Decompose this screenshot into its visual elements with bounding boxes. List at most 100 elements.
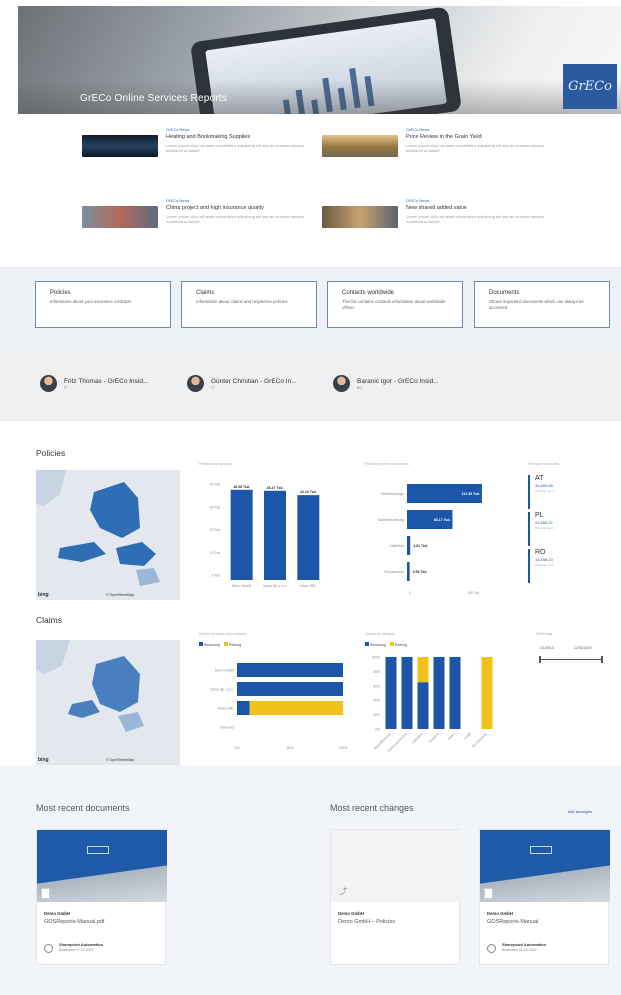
x-tick-label: Demo Sp. z o.o.: [263, 584, 287, 588]
news-thumbnail[interactable]: [82, 135, 158, 157]
kpi-card[interactable]: AT 34,820.86 Premium sum: [528, 475, 598, 509]
document-filename[interactable]: GOSReports-Manual: [487, 919, 538, 925]
kpi-label: Premium sum: [535, 563, 554, 567]
y-tick-label: Rechtsschutz: [384, 570, 404, 574]
kpi-label: Premium sum: [535, 489, 554, 493]
hero-title: GrECo Online Services Reports: [80, 93, 227, 104]
policies-map-shapes: [36, 470, 180, 600]
x-tick-label: Haftpflicht: [411, 732, 424, 745]
y-tick-label: Demo Sp. z o.o.: [210, 688, 234, 692]
quick-link-documents[interactable]: Documents Shows important documents whic…: [474, 281, 610, 328]
data-label: 3.96 Tsd.: [413, 570, 428, 574]
news-title[interactable]: New shared added value: [406, 205, 566, 211]
range-slider-track[interactable]: [540, 659, 602, 660]
range-slider-handle-start[interactable]: [539, 656, 541, 663]
news-thumbnail[interactable]: [322, 206, 398, 228]
bar-segment: [237, 663, 343, 677]
quick-link-claims[interactable]: Claims Information about claims and resp…: [181, 281, 317, 328]
recent-changes-heading: Most recent changes: [330, 803, 414, 813]
news-item[interactable]: GrECo News China project and high insura…: [82, 198, 332, 248]
news-item[interactable]: GrECo News New shared added value Lorem …: [322, 198, 572, 248]
document-card[interactable]: ⤴ Demo GmbH Demo GmbH – Policies: [330, 829, 461, 965]
y-tick-label: 100%: [372, 656, 381, 660]
news-item[interactable]: GrECo News Price Review in the Grain Yie…: [322, 127, 572, 177]
person-name[interactable]: Baranic Igor - GrECo Insid...: [357, 378, 439, 385]
y-tick-label: 30 Tsd.: [210, 505, 221, 509]
bar-segment: [417, 682, 429, 729]
quick-link-contacts[interactable]: Contacts worldwide This list contains co…: [327, 281, 463, 328]
news-description: Lorem ipsum dolor sit amet consectetur a…: [166, 143, 305, 153]
claims-map[interactable]: bing © OpenStreetMap: [36, 640, 180, 765]
bar-segment: [385, 657, 397, 729]
legend-swatch: [389, 642, 394, 646]
map-attribution: © OpenStreetMap: [106, 593, 135, 597]
quick-link-title: Policies: [50, 290, 71, 296]
hero-banner: GrECo Online Services Reports GrECo: [18, 6, 621, 114]
x-tick-label: Kasko: [447, 732, 456, 741]
bar-segment: [249, 701, 343, 715]
news-thumbnail[interactable]: [82, 206, 158, 228]
document-author: Sharepoint Automation: [59, 942, 104, 947]
y-tick-label: 20%: [373, 713, 380, 717]
link-icon: ⤴: [339, 887, 347, 896]
person-name[interactable]: Günter Christian - GrECo In...: [211, 378, 297, 385]
people-section: Fritz Thomas - GrECo Insid... IT Günter …: [0, 351, 621, 421]
kpi-card[interactable]: PL 22,650.97 Premium sum: [528, 512, 598, 546]
y-tick-label: Demo SRL: [218, 707, 234, 711]
see-all-link[interactable]: Alle anzeigen: [568, 809, 592, 814]
range-start: 1/1/2013: [540, 646, 554, 650]
x-tick-label: Unfall: [463, 732, 472, 741]
y-tick-label: Sachversicherung: [378, 518, 405, 522]
policies-map[interactable]: bing © OpenStreetMap: [36, 470, 180, 600]
news-title[interactable]: China project and high insurance quality: [166, 205, 326, 211]
bing-logo: bing: [38, 592, 49, 598]
user-icon: [487, 944, 496, 953]
person-department: IT: [64, 386, 68, 390]
document-card[interactable]: Demo GmbH GOSReports-Manual Sharepoint A…: [479, 829, 610, 965]
document-preview: ⤴: [331, 830, 461, 902]
bar-segment: [237, 682, 343, 696]
legend-label: Prüfung: [228, 643, 242, 647]
document-filename[interactable]: Demo GmbH – Policies: [338, 919, 395, 925]
claims-heading: Claims: [36, 615, 62, 625]
news-thumbnail[interactable]: [322, 135, 398, 157]
panel-title: Claim date: [536, 632, 553, 636]
range-end: 12/31/2019: [574, 646, 592, 650]
avatar: [187, 375, 204, 392]
premium-bar-chart[interactable]: 40 Tsd. 30 Tsd. 20 Tsd. 10 Tsd. 0 Tsd. 46.98 …: [199, 468, 329, 603]
greco-logo[interactable]: GrECo: [563, 64, 617, 109]
bar: [407, 536, 411, 555]
y-tick-label: 20 Tsd.: [210, 528, 221, 532]
bar-segment: [401, 657, 413, 729]
news-item[interactable]: GrECo News Heating and Bookmaking Suppli…: [82, 127, 332, 177]
news-title[interactable]: Heating and Bookmaking Supplies: [166, 134, 326, 140]
quick-link-title: Contacts worldwide: [342, 290, 395, 296]
kpi-country-code: RO: [535, 549, 546, 556]
panel-title: Claims by category: [365, 632, 395, 636]
claims-category-chart[interactable]: 100%80%60%40%20%0%MotorfahrzeugeSachvers…: [365, 649, 500, 764]
kpi-country-code: PL: [535, 512, 544, 519]
quick-link-policies[interactable]: Policies Information about your insuranc…: [35, 281, 171, 328]
y-tick-label: 0 Tsd.: [212, 574, 221, 578]
kpi-card[interactable]: RO 15,498.23 Premium sum: [528, 549, 598, 583]
range-slider-handle-end[interactable]: [601, 656, 603, 663]
person-name[interactable]: Fritz Thomas - GrECo Insid...: [64, 378, 148, 385]
avatar: [333, 375, 350, 392]
document-preview: [37, 830, 167, 902]
bar: [407, 562, 410, 581]
news-title[interactable]: Price Review in the Grain Yield: [406, 134, 566, 140]
news-category: GrECo News: [166, 198, 190, 203]
quick-link-title: Documents: [489, 290, 520, 296]
quick-link-description: This list contains contacts information …: [342, 299, 446, 310]
news-description: Lorem ipsum dolor sit amet consectetur a…: [406, 214, 545, 224]
bar-segment: [237, 701, 250, 715]
data-label: 46.47 Tsd.: [267, 486, 284, 490]
document-filename[interactable]: GOSReports-Manual.pdf: [44, 919, 105, 925]
premium-hbar-chart[interactable]: Motorfahrzeuge 112.39 Tsd. Sachversicherun…: [365, 468, 490, 603]
claims-status-chart[interactable]: Demo GmbH Demo Sp. z o.o. Demo SRL Demo AD 0…: [199, 649, 349, 764]
legend-swatch: [199, 642, 203, 646]
document-card[interactable]: Demo GmbH GOSReports-Manual.pdf Sharepoi…: [36, 829, 167, 965]
claims-map-shapes: [36, 640, 180, 765]
date-range-slicer[interactable]: Claim date 1/1/2013 12/31/2019: [536, 632, 606, 672]
news-description: Lorem ipsum dolor sit amet consectetur a…: [406, 143, 545, 153]
